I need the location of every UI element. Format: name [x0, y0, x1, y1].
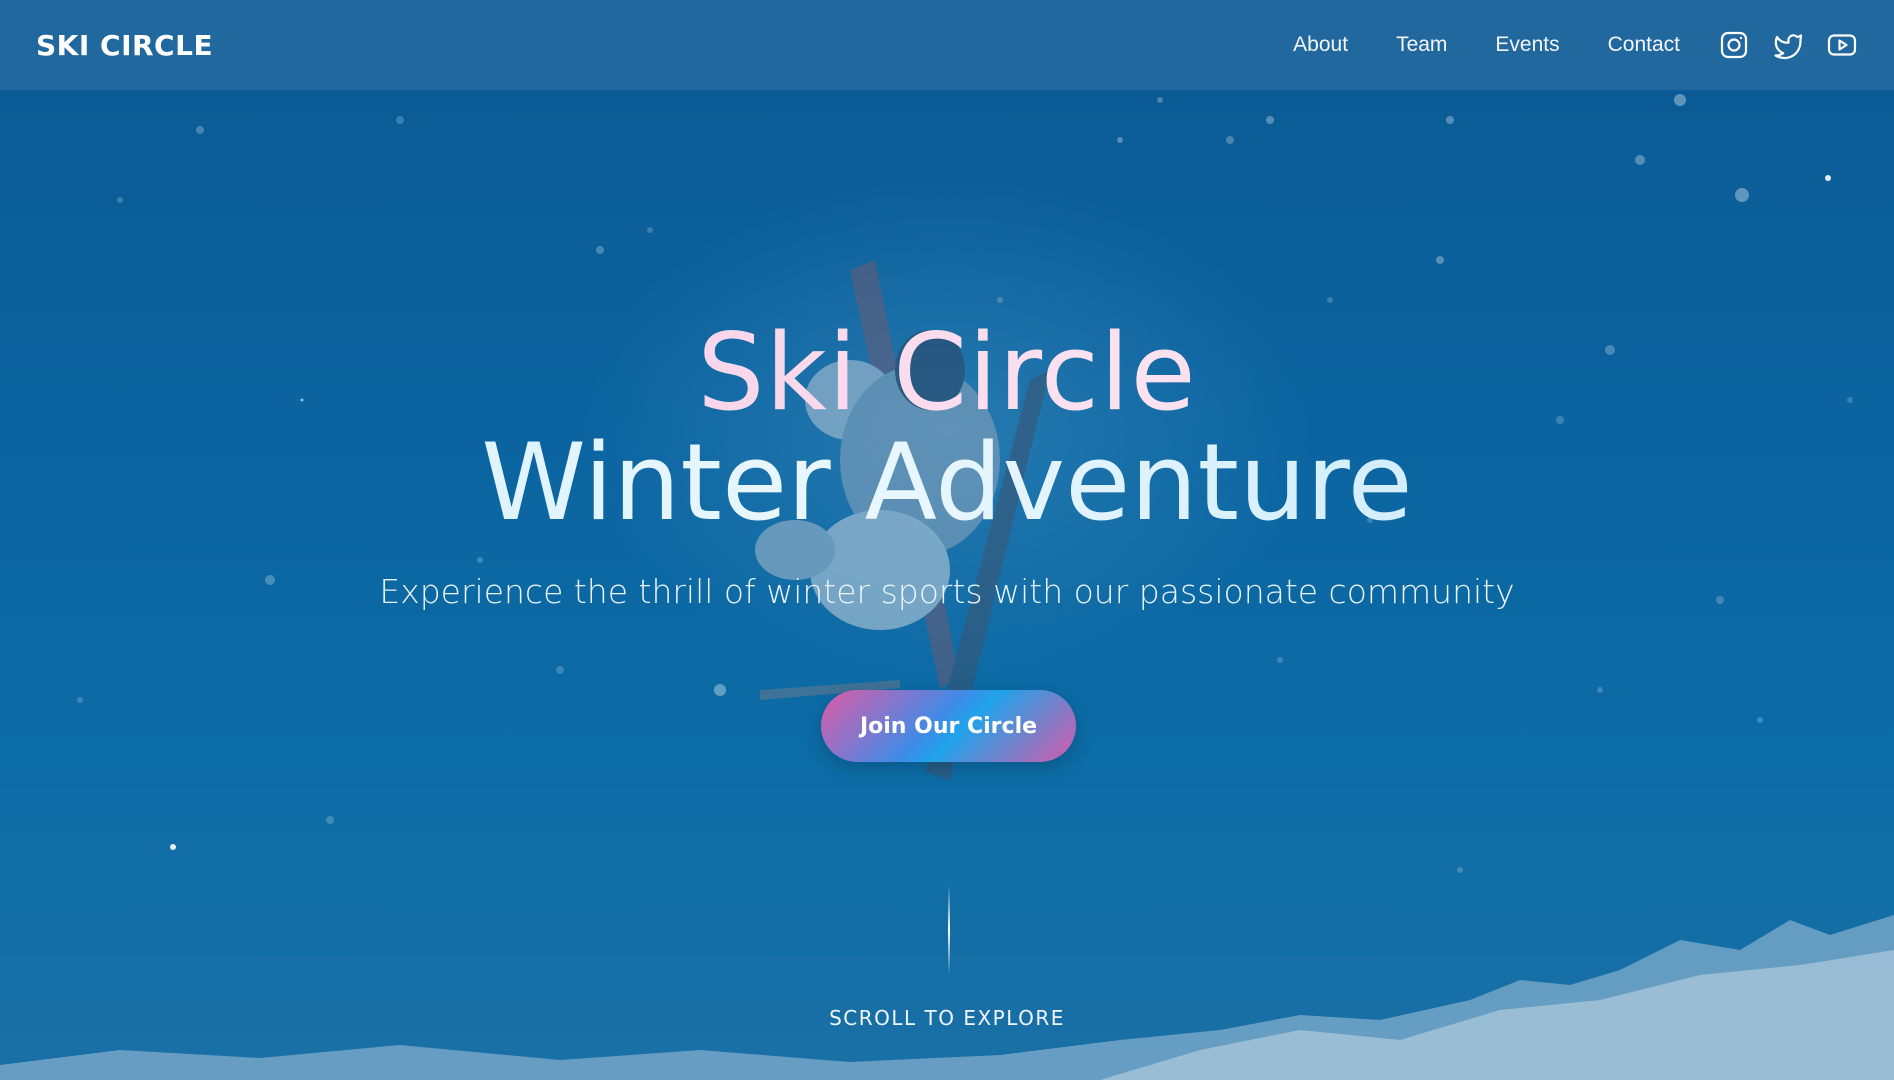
nav-links: About Team Events Contact — [1293, 33, 1680, 57]
instagram-icon[interactable] — [1718, 29, 1750, 61]
hero-title-line2: Winter Adventure — [0, 430, 1894, 546]
youtube-icon[interactable] — [1826, 29, 1858, 61]
mountain-range-image — [0, 915, 1894, 1080]
twitter-icon[interactable] — [1772, 29, 1804, 61]
social-links — [1718, 29, 1858, 61]
scroll-indicator-line — [948, 885, 950, 975]
join-circle-button[interactable]: Join Our Circle — [821, 690, 1076, 762]
nav-link-contact[interactable]: Contact — [1608, 33, 1680, 57]
nav-link-about[interactable]: About — [1293, 33, 1348, 57]
scroll-hint[interactable]: SCROLL TO EXPLORE — [0, 1006, 1894, 1030]
nav-link-team[interactable]: Team — [1396, 33, 1447, 57]
nav-link-events[interactable]: Events — [1495, 33, 1559, 57]
nav-right: About Team Events Contact — [1293, 29, 1858, 61]
hero-title: Ski Circle Winter Adventure — [0, 320, 1894, 546]
brand-logo[interactable]: SKI CIRCLE — [36, 29, 213, 62]
hero-section: SKI CIRCLE About Team Events Contact Ski… — [0, 0, 1894, 1080]
hero-title-line1: Ski Circle — [0, 320, 1894, 430]
hero-subtitle: Experience the thrill of winter sports w… — [379, 572, 1515, 611]
top-navbar: SKI CIRCLE About Team Events Contact — [0, 0, 1894, 90]
